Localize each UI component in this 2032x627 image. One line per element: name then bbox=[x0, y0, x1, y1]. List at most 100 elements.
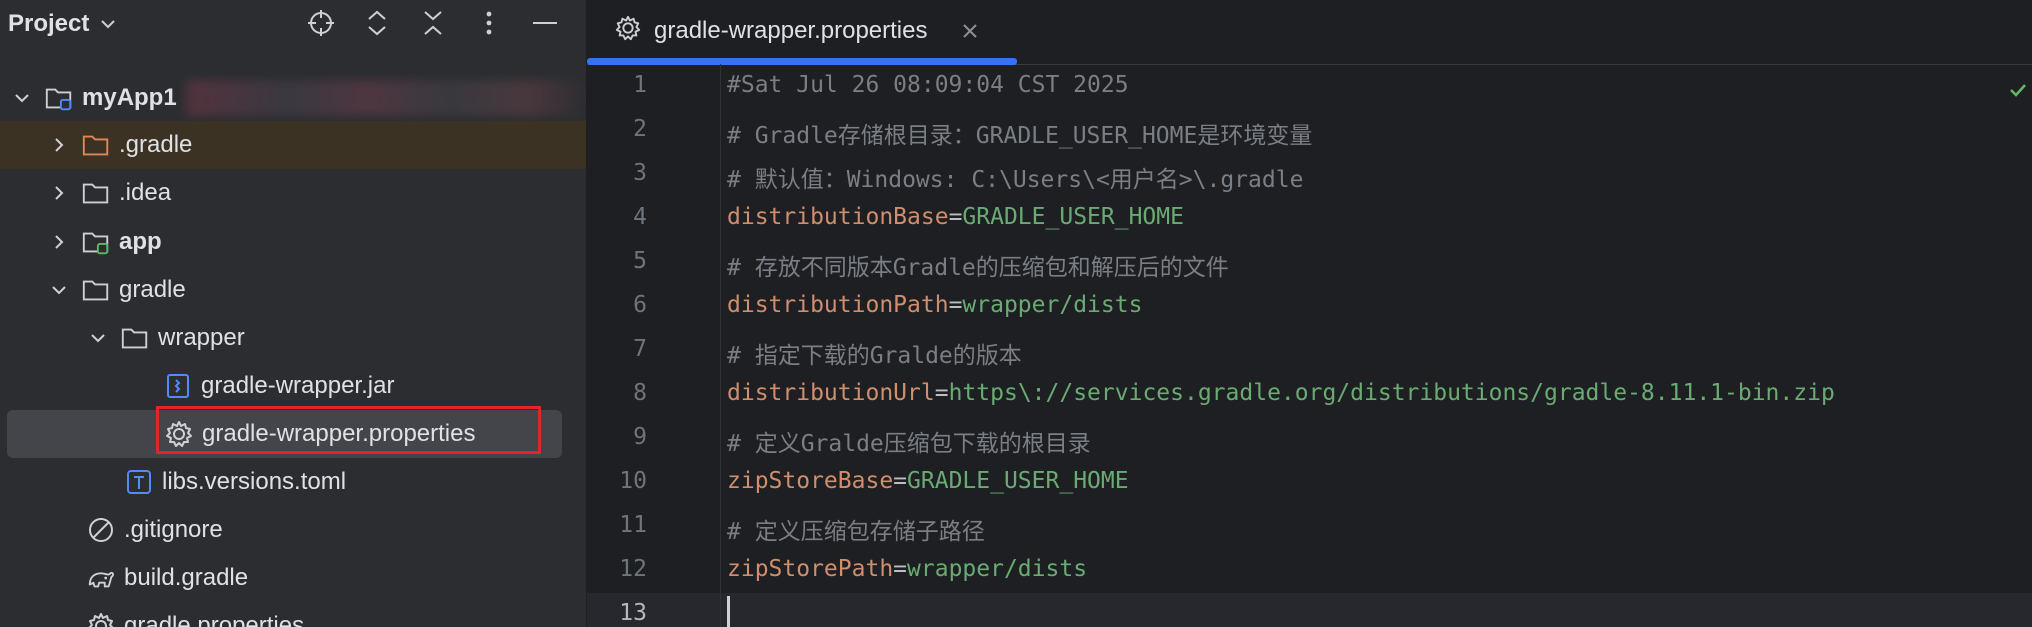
chevron-down-icon[interactable] bbox=[86, 326, 110, 350]
project-panel: Project myApp1 .gradle .idea app gradle … bbox=[0, 0, 587, 627]
tree-item-dot-gradle[interactable]: .gradle bbox=[0, 121, 586, 169]
tree-item-app[interactable]: app bbox=[0, 218, 586, 266]
text-caret bbox=[727, 596, 730, 627]
line-number: 10 bbox=[619, 468, 647, 494]
tab-label: gradle-wrapper.properties bbox=[654, 17, 928, 44]
property-separator: = bbox=[948, 204, 963, 230]
code-line[interactable]: # Gradle存储根目录：GRADLE_USER_HOME是环境变量 bbox=[727, 116, 1312, 150]
tree-item-gradle-wrapper-jar[interactable]: gradle-wrapper.jar bbox=[0, 362, 586, 410]
line-number: 9 bbox=[633, 424, 647, 450]
comment-text: # 定义Gralde压缩包下载的根目录 bbox=[727, 431, 1091, 457]
tree-item-label: gradle.properties bbox=[124, 612, 305, 627]
chevron-down-icon[interactable] bbox=[10, 86, 34, 110]
property-value: wrapper/dists bbox=[907, 556, 1088, 582]
property-key: distributionBase bbox=[727, 204, 949, 230]
chevron-right-icon[interactable] bbox=[47, 181, 71, 205]
tree-item-gradle-properties[interactable]: gradle.properties bbox=[0, 602, 586, 627]
module-folder-icon bbox=[81, 227, 111, 257]
tree-item-gradle[interactable]: gradle bbox=[0, 266, 586, 314]
editor-tab-bar: gradle-wrapper.properties bbox=[587, 0, 2032, 65]
gear-icon bbox=[164, 419, 194, 449]
line-number: 13 bbox=[619, 600, 647, 626]
tree-item-label: gradle bbox=[119, 276, 186, 303]
tree-item-label: gradle-wrapper.properties bbox=[202, 420, 476, 447]
ignore-file-icon bbox=[86, 515, 116, 545]
code-line[interactable]: zipStorePath=wrapper/dists bbox=[727, 556, 1087, 582]
line-number: 7 bbox=[633, 336, 647, 362]
chevron-right-icon[interactable] bbox=[47, 133, 71, 157]
close-tab-button[interactable] bbox=[959, 20, 981, 42]
tree-item-libs-versions-toml[interactable]: libs.versions.toml bbox=[0, 458, 586, 506]
line-number: 4 bbox=[633, 204, 647, 230]
tree-item-label: myApp1 bbox=[82, 84, 177, 111]
module-folder-icon bbox=[44, 83, 74, 113]
tree-item-gitignore[interactable]: .gitignore bbox=[0, 506, 586, 554]
code-line[interactable]: # 默认值：Windows: C:\Users\<用户名>\.gradle bbox=[727, 160, 1303, 194]
comment-text: # 存放不同版本Gradle的压缩包和解压后的文件 bbox=[727, 255, 1229, 281]
line-number: 2 bbox=[633, 116, 647, 142]
tree-item-label: .gradle bbox=[119, 131, 193, 158]
tree-item-idea[interactable]: .idea bbox=[0, 169, 586, 217]
code-line[interactable]: # 定义Gralde压缩包下载的根目录 bbox=[727, 424, 1091, 458]
jar-file-icon bbox=[163, 371, 193, 401]
chevron-down-icon bbox=[101, 20, 116, 29]
project-view-selector[interactable]: Project bbox=[8, 10, 117, 38]
property-key: distributionUrl bbox=[727, 380, 935, 406]
current-line-highlight bbox=[587, 593, 2032, 627]
hide-panel-button[interactable] bbox=[528, 6, 562, 40]
line-number: 8 bbox=[633, 380, 647, 406]
code-line[interactable]: # 存放不同版本Gradle的压缩包和解压后的文件 bbox=[727, 248, 1229, 282]
code-line[interactable]: #Sat Jul 26 08:09:04 CST 2025 bbox=[727, 72, 1129, 98]
line-number: 1 bbox=[633, 72, 647, 98]
tree-item-label: build.gradle bbox=[124, 564, 249, 591]
tab-gradle-wrapper-properties[interactable]: gradle-wrapper.properties bbox=[587, 0, 1017, 62]
property-key: zipStorePath bbox=[727, 556, 894, 582]
folder-icon bbox=[81, 275, 111, 305]
expand-all-icon bbox=[368, 10, 386, 36]
property-value: wrapper/dists bbox=[962, 292, 1143, 318]
crosshair-icon bbox=[308, 10, 334, 36]
close-icon bbox=[963, 24, 978, 38]
tree-item-label: .idea bbox=[119, 179, 172, 206]
code-line[interactable]: distributionPath=wrapper/dists bbox=[727, 292, 1142, 318]
property-key: zipStoreBase bbox=[727, 468, 894, 494]
select-opened-file-button[interactable] bbox=[304, 6, 338, 40]
line-number: 5 bbox=[633, 248, 647, 274]
code-line[interactable]: distributionUrl=https\://services.gradle… bbox=[727, 380, 1835, 406]
more-vertical-icon bbox=[486, 11, 492, 35]
tree-item-label: .gitignore bbox=[124, 516, 223, 543]
property-separator: = bbox=[893, 556, 908, 582]
chevron-right-icon[interactable] bbox=[47, 230, 71, 254]
gutter-separator bbox=[720, 64, 721, 627]
collapse-all-button[interactable] bbox=[416, 6, 450, 40]
gradle-elephant-icon bbox=[86, 563, 116, 593]
tree-item-wrapper[interactable]: wrapper bbox=[0, 314, 586, 362]
comment-text: # Gradle存储根目录：GRADLE_USER_HOME是环境变量 bbox=[727, 123, 1313, 149]
comment-text: # 指定下载的Gralde的版本 bbox=[727, 343, 1022, 369]
property-separator: = bbox=[893, 468, 908, 494]
collapse-all-icon bbox=[424, 11, 442, 35]
redacted-path-blur bbox=[186, 80, 586, 116]
code-line[interactable]: zipStoreBase=GRADLE_USER_HOME bbox=[727, 468, 1129, 494]
code-line[interactable]: distributionBase=GRADLE_USER_HOME bbox=[727, 204, 1184, 230]
project-panel-header: Project bbox=[0, 0, 586, 48]
line-number: 6 bbox=[633, 292, 647, 318]
property-value: https\://services.gradle.org/distributio… bbox=[948, 380, 1835, 406]
active-tab-indicator bbox=[587, 58, 1017, 65]
expand-all-button[interactable] bbox=[360, 6, 394, 40]
tree-item-gradle-wrapper-properties[interactable]: gradle-wrapper.properties bbox=[7, 410, 562, 458]
code-line[interactable]: # 定义压缩包存储子路径 bbox=[727, 512, 985, 546]
folder-icon bbox=[120, 323, 150, 353]
line-number: 11 bbox=[619, 512, 647, 538]
tree-item-build-gradle[interactable]: build.gradle bbox=[0, 554, 586, 602]
property-separator: = bbox=[934, 380, 949, 406]
options-button[interactable] bbox=[472, 6, 506, 40]
property-value: GRADLE_USER_HOME bbox=[962, 204, 1184, 230]
gear-icon bbox=[614, 14, 642, 49]
chevron-down-icon[interactable] bbox=[47, 278, 71, 302]
comment-text: #Sat Jul 26 08:09:04 CST 2025 bbox=[727, 72, 1129, 98]
code-line[interactable]: # 指定下载的Gralde的版本 bbox=[727, 336, 1022, 370]
gear-icon bbox=[86, 611, 116, 627]
tree-item-label: libs.versions.toml bbox=[162, 468, 347, 495]
folder-icon bbox=[81, 178, 111, 208]
